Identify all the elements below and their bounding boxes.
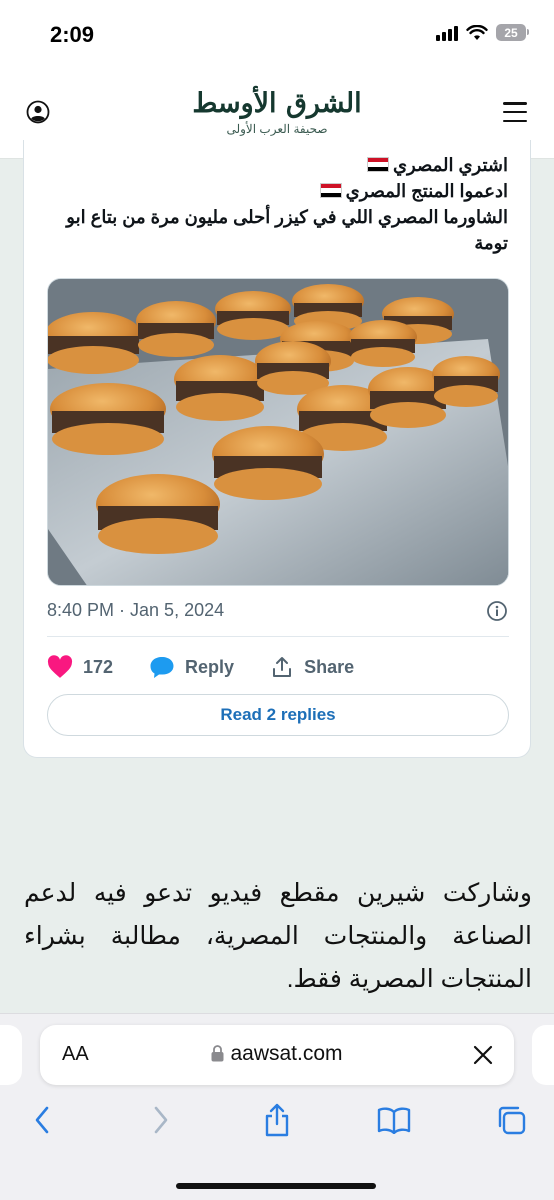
egypt-flag-icon: [366, 157, 389, 172]
home-indicator: [176, 1183, 376, 1189]
status-icons: 25: [436, 24, 529, 41]
tweet-line-2: ادعموا المنتج المصري: [38, 178, 508, 204]
reply-bubble-icon: [150, 657, 174, 678]
status-bar: 2:09 25: [0, 0, 554, 68]
user-circle-icon[interactable]: [26, 100, 50, 124]
battery-icon: 25: [496, 24, 529, 41]
hamburger-menu-icon[interactable]: [503, 102, 527, 122]
info-icon[interactable]: [486, 600, 508, 622]
tweet-line-1: اشتري المصري: [38, 152, 508, 178]
heart-icon: [47, 655, 73, 678]
like-button[interactable]: 172: [47, 655, 113, 679]
reply-label: Reply: [185, 656, 235, 677]
tweet-timestamp[interactable]: 8:40 PM · Jan 5, 2024: [47, 600, 224, 621]
status-time: 2:09: [50, 22, 95, 47]
tweet-photo[interactable]: [47, 278, 509, 586]
wifi-icon: [466, 24, 488, 40]
back-icon[interactable]: [24, 1102, 60, 1138]
cellular-signal-icon: [436, 25, 458, 41]
tweet-text: اشتري المصري ادعموا المنتج المصري الشاور…: [38, 152, 508, 256]
like-count: 172: [83, 656, 114, 677]
embedded-tweet: اشتري المصري ادعموا المنتج المصري الشاور…: [23, 140, 531, 758]
next-tab-peek[interactable]: [532, 1025, 554, 1085]
article-paragraph: وشاركت شيرين مقطع فيديو تدعو فيه لدعم ال…: [24, 879, 532, 993]
share-icon[interactable]: [259, 1102, 295, 1138]
divider: [47, 636, 509, 637]
sandwiches-tray: [48, 279, 508, 585]
logo-subtitle: صحيفة العرب الأولى: [226, 122, 328, 136]
previous-tab-peek[interactable]: [0, 1025, 22, 1085]
share-icon: [273, 657, 292, 677]
url-field[interactable]: aawsat.com: [40, 1042, 514, 1066]
lock-icon: [211, 1045, 224, 1062]
forward-icon[interactable]: [143, 1102, 179, 1138]
tweet-line-3: الشاورما المصري اللي في كيزر أحلى مليون …: [66, 207, 508, 253]
site-logo[interactable]: الشرق الأوسط صحيفة العرب الأولى: [180, 88, 374, 136]
share-label: Share: [304, 656, 355, 677]
tweet-actions: 172 Reply Share: [47, 652, 390, 682]
tabs-icon[interactable]: [493, 1102, 529, 1138]
battery-level: 25: [504, 25, 518, 40]
url-text: aawsat.com: [230, 1042, 343, 1065]
browser-bottom-bar: AA aawsat.com: [0, 1013, 554, 1200]
bookmarks-icon[interactable]: [376, 1102, 412, 1138]
close-icon[interactable]: [472, 1044, 494, 1066]
logo-title: الشرق الأوسط: [192, 88, 362, 119]
browser-toolbar: [0, 1102, 554, 1142]
address-bar[interactable]: AA aawsat.com: [40, 1025, 514, 1085]
reply-button[interactable]: Reply: [149, 655, 234, 679]
read-replies-button[interactable]: Read 2 replies: [47, 694, 509, 736]
share-button[interactable]: Share: [270, 655, 354, 679]
egypt-flag-icon: [319, 183, 342, 198]
